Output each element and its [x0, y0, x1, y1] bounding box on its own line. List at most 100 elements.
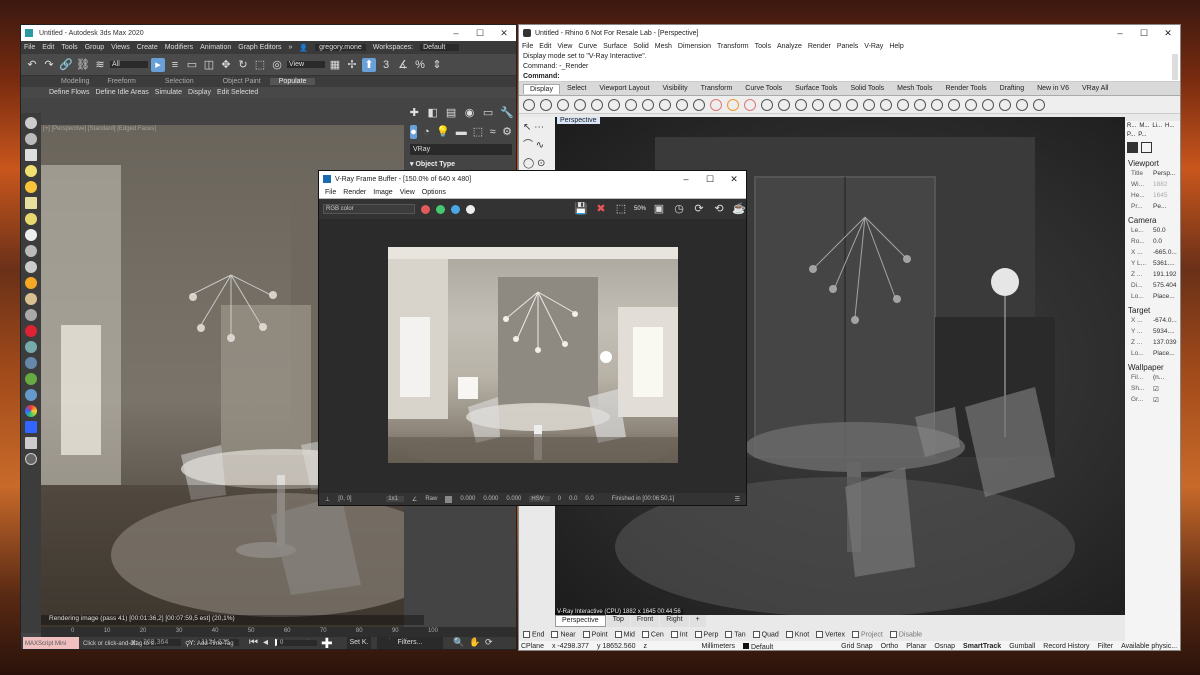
- ies-light-icon[interactable]: [693, 98, 705, 111]
- vision-icon[interactable]: [999, 98, 1011, 111]
- vfb-menu-options[interactable]: Options: [422, 189, 446, 196]
- rhino-close-button[interactable]: ✕: [1156, 25, 1180, 41]
- panel-tab-render[interactable]: R...: [1127, 123, 1136, 129]
- scale-icon[interactable]: ⬚: [253, 58, 267, 72]
- rhino-maximize-button[interactable]: ☐: [1132, 25, 1156, 41]
- osnap-near[interactable]: Near: [551, 630, 576, 638]
- tab-select[interactable]: Select: [561, 84, 592, 93]
- filters-button[interactable]: Filters...: [377, 639, 443, 646]
- tab-curve-tools[interactable]: Curve Tools: [739, 84, 788, 93]
- cloud-icon[interactable]: [25, 133, 37, 145]
- grass-icon[interactable]: [25, 373, 37, 385]
- geometry-icon[interactable]: ●: [410, 125, 417, 139]
- cmd-scrollbar[interactable]: [1172, 54, 1178, 80]
- motion-tab-icon[interactable]: ◉: [463, 106, 475, 120]
- prop-value[interactable]: Place...: [1153, 350, 1175, 357]
- rhino-menu-tools[interactable]: Tools: [755, 43, 771, 50]
- selection-filter-select[interactable]: All: [110, 61, 148, 68]
- prop-row[interactable]: Wi... 1882: [1125, 179, 1180, 190]
- debug-icon[interactable]: [25, 325, 37, 337]
- osnap-toggle[interactable]: Osnap: [934, 643, 955, 650]
- render-interactive-icon[interactable]: ⟳: [692, 202, 706, 216]
- workspace-select[interactable]: Default: [420, 44, 460, 51]
- spacewarps-icon[interactable]: ≈: [489, 125, 496, 139]
- prop-value[interactable]: 0.0: [1153, 238, 1162, 245]
- proxy-export-icon[interactable]: [744, 98, 756, 111]
- prop-value[interactable]: (n...: [1153, 374, 1164, 381]
- toggle-panel-icon[interactable]: ☰: [735, 496, 740, 503]
- rhino-menu-transform[interactable]: Transform: [717, 43, 749, 50]
- utilities-tab-icon[interactable]: 🔧: [500, 106, 514, 120]
- show-checkbox[interactable]: ☑: [1153, 385, 1159, 393]
- ribbon-tab-selection[interactable]: Selection: [145, 78, 203, 85]
- prop-row[interactable]: Z ... 191.192: [1125, 269, 1180, 280]
- osnap-end[interactable]: End: [523, 630, 544, 638]
- decal-icon[interactable]: [846, 98, 858, 111]
- color-picker-icon[interactable]: [25, 405, 37, 417]
- save-icon[interactable]: [25, 437, 37, 449]
- color-mode-select[interactable]: HSV: [529, 496, 550, 502]
- fur-icon[interactable]: [778, 98, 790, 111]
- ribbon-tab-freeform[interactable]: Freeform: [98, 78, 144, 85]
- blue-channel-icon[interactable]: [451, 204, 460, 214]
- spinner-snap-icon[interactable]: ⇕: [430, 58, 444, 72]
- osnap-perp[interactable]: Perp: [694, 630, 718, 638]
- panel-tab-properties[interactable]: P...: [1127, 132, 1135, 138]
- osnap-vertex[interactable]: Vertex: [816, 630, 845, 638]
- vfb-icon[interactable]: [591, 98, 603, 111]
- toon-icon[interactable]: [863, 98, 875, 111]
- mesh-light-icon[interactable]: [710, 98, 722, 111]
- help-icon[interactable]: [25, 453, 37, 465]
- clipper-icon[interactable]: [795, 98, 807, 111]
- menu-views[interactable]: Views: [111, 44, 130, 51]
- plane-icon[interactable]: [25, 197, 37, 209]
- proxy-import-icon[interactable]: [761, 98, 773, 111]
- tab-visibility[interactable]: Visibility: [657, 84, 694, 93]
- prop-row[interactable]: Le... 50.0: [1125, 225, 1180, 236]
- prop-value[interactable]: 575.404: [1153, 282, 1177, 289]
- rhino-menu-render[interactable]: Render: [808, 43, 831, 50]
- tab-display[interactable]: Display: [523, 83, 560, 94]
- sun-light-icon[interactable]: [727, 98, 739, 111]
- interactive-icon[interactable]: [574, 98, 586, 111]
- osnap-mid[interactable]: Mid: [614, 630, 635, 638]
- teapot-icon[interactable]: [25, 117, 37, 129]
- clear-image-icon[interactable]: ✖: [594, 202, 608, 216]
- settings-icon[interactable]: [965, 98, 977, 111]
- systems-icon[interactable]: ⚙: [502, 125, 512, 139]
- maxscript-mini[interactable]: MAXScript Mini: [23, 637, 79, 649]
- rhino-minimize-button[interactable]: –: [1108, 25, 1132, 41]
- prop-value[interactable]: -665.0...: [1153, 249, 1177, 256]
- rendered-image[interactable]: [388, 247, 678, 463]
- sphere-light-icon[interactable]: [659, 98, 671, 111]
- frame-field[interactable]: 0: [277, 640, 317, 646]
- menu-file[interactable]: File: [24, 44, 35, 51]
- cameras-icon[interactable]: ▬: [456, 125, 467, 139]
- prop-value[interactable]: 137.039: [1153, 339, 1177, 346]
- select-arrow-icon[interactable]: ↖ ⋯: [523, 119, 551, 137]
- rotate-icon[interactable]: ↻: [236, 58, 250, 72]
- tab-viewport-layout[interactable]: Viewport Layout: [593, 84, 655, 93]
- sunlight-icon[interactable]: [25, 277, 37, 289]
- tab-new-in-v6[interactable]: New in V6: [1031, 84, 1075, 93]
- prop-row[interactable]: Y ... 5934....: [1125, 326, 1180, 337]
- sphere-light-icon[interactable]: [25, 229, 37, 241]
- vray-help-icon[interactable]: [948, 98, 960, 111]
- cone-icon[interactable]: [25, 261, 37, 273]
- prop-row[interactable]: X ... -674.0...: [1125, 315, 1180, 326]
- vfb-minimize-button[interactable]: –: [674, 171, 698, 187]
- prop-row[interactable]: Z ... 137.039: [1125, 337, 1180, 348]
- command-prompt[interactable]: Command:: [523, 72, 1180, 82]
- save-image-icon[interactable]: 💾: [574, 202, 588, 216]
- panel-tab-p2[interactable]: P...: [1138, 132, 1146, 138]
- prop-value[interactable]: 5934....: [1153, 328, 1175, 335]
- lights-icon[interactable]: 💡: [436, 125, 450, 139]
- rhino-menu-dimension[interactable]: Dimension: [678, 43, 711, 50]
- rhino-menu-curve[interactable]: Curve: [578, 43, 597, 50]
- rhino-menu-vray[interactable]: V-Ray: [864, 43, 883, 50]
- panel-tab-materials[interactable]: M...: [1139, 123, 1149, 129]
- prop-row[interactable]: He... 1645: [1125, 190, 1180, 201]
- ribbon-tab-object-paint[interactable]: Object Paint: [203, 78, 270, 85]
- units[interactable]: Millimeters: [702, 643, 735, 650]
- edit-selected-button[interactable]: Edit Selected: [217, 89, 258, 96]
